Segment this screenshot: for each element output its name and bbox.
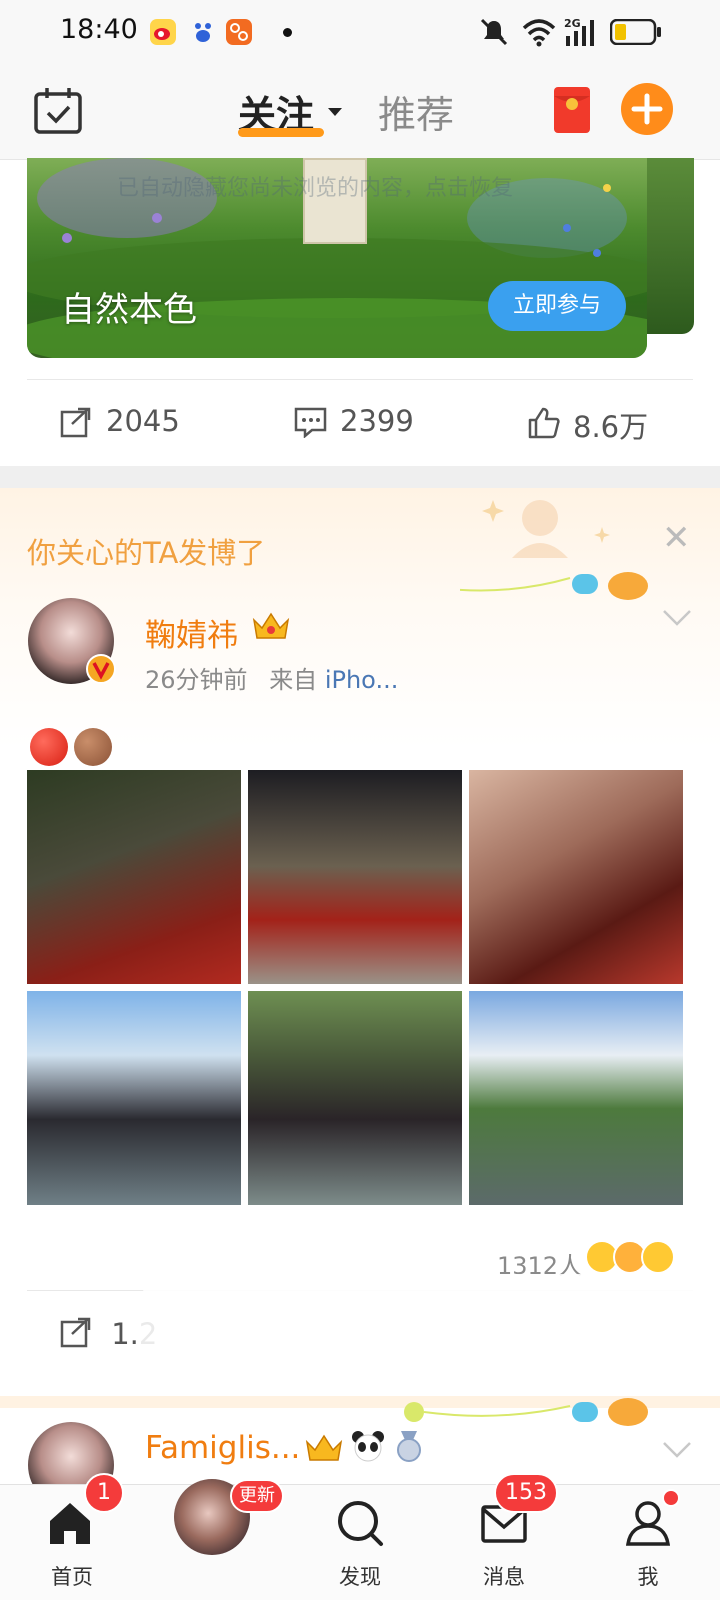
post-photo-6[interactable] [469,991,683,1205]
crown-icon [251,608,291,646]
comment-button[interactable]: 2399 [294,404,414,438]
chevron-down-icon[interactable] [662,608,692,628]
post-photo-4[interactable] [27,991,241,1205]
tab-discover[interactable]: 发现 [288,1485,432,1601]
banner-title: 自然本色 [61,290,197,330]
like-icon [528,407,560,439]
tab-messages-label: 消息 [483,1565,525,1589]
active-tab-indicator [238,128,324,137]
wifi-icon [522,16,556,52]
activity-banner[interactable]: 已自动隐藏您尚未浏览的内容，点击恢复 自然本色 立即参与 [27,158,647,358]
panda-icon [351,1430,385,1466]
discover-icon [338,1501,383,1546]
tab-discover-label: 发现 [339,1565,381,1589]
update-badge: 更新 [230,1479,284,1513]
comment-count: 2399 [340,404,414,438]
profile-dot-badge [662,1489,680,1507]
svg-text:2G: 2G [564,17,581,30]
weibo-app-icon [150,19,176,45]
repost-button[interactable]: 2045 [60,404,180,438]
plus-icon[interactable] [620,82,674,140]
message-badge: 153 [494,1473,558,1513]
repost-icon [60,407,91,438]
banner-hidden-notice: 已自动隐藏您尚未浏览的内容，点击恢复 [117,176,514,201]
battery-icon [609,18,662,49]
tab-video[interactable]: 更新 [144,1479,288,1601]
tab-messages[interactable]: 153 消息 [432,1473,576,1601]
section-gap [0,466,720,488]
banner-next-card[interactable] [640,158,694,334]
verified-badge-icon [86,654,116,688]
tab-profile[interactable]: 我 [576,1485,720,1601]
chevron-down-icon[interactable] [328,108,342,116]
join-now-button[interactable]: 立即参与 [488,281,626,331]
post-photo-1[interactable] [27,770,241,984]
like-count: 8.6万 [573,410,649,444]
sleeping-cat-decoration [460,500,648,600]
red-envelope-icon[interactable] [553,86,591,138]
comment-icon [294,407,327,438]
calendar-check-icon[interactable] [33,86,83,140]
red-circle-emoji [30,728,68,766]
chevron-down-icon[interactable] [662,1440,692,1460]
tab-recommend[interactable]: 推荐 [378,84,454,139]
source-prefix: 来自 [269,666,318,694]
status-bar: 18:40 2G [0,0,720,66]
post-meta: 26分钟前 来自 iPho... [145,660,398,695]
post-time: 26分钟前 [145,666,248,694]
like-button[interactable]: 8.6万 [527,404,648,446]
crown-icon [304,1430,344,1468]
followed-update-card: 你关心的TA发博了 ✕ 鞠婧祎 26分钟前 来自 iPho... 1312人 1… [0,488,720,1408]
reaction-popup-overlay [140,1274,700,1394]
home-icon [50,1503,90,1544]
post-photo-5[interactable] [248,991,462,1205]
bottom-tab-bar: 1 首页 更新 发现 153 消息 我 [0,1473,720,1601]
signal-2g-icon: 2G [564,16,602,52]
tab-home-label: 首页 [51,1565,93,1589]
medal-icon [394,1430,424,1466]
repost-icon [60,1317,91,1348]
sleeping-cat-decoration [404,1398,648,1426]
card-title: 你关心的TA发博了 [27,536,266,570]
tab-home[interactable]: 1 首页 [0,1473,144,1601]
baidu-app-icon [190,19,216,45]
mute-icon [478,16,510,52]
app-icon [226,19,252,45]
post-photo-3[interactable] [469,770,683,984]
repost-count: 2045 [106,404,180,438]
author-name[interactable]: 鞠婧祎 [145,610,238,655]
post-photo-2[interactable] [248,770,462,984]
author-name[interactable]: Famiglis... [145,1430,300,1466]
profile-icon [625,1501,671,1546]
notification-dot [283,28,292,37]
close-icon[interactable]: ✕ [662,518,691,558]
divider [27,379,693,380]
status-time: 18:40 [60,14,138,45]
laugh-emoji-icon [641,1240,675,1274]
home-badge: 1 [84,1473,124,1513]
top-nav: 关注 推荐 [0,66,720,160]
brown-circle-emoji [74,728,112,766]
tab-profile-label: 我 [637,1565,659,1589]
post-source[interactable]: iPho... [325,666,399,694]
